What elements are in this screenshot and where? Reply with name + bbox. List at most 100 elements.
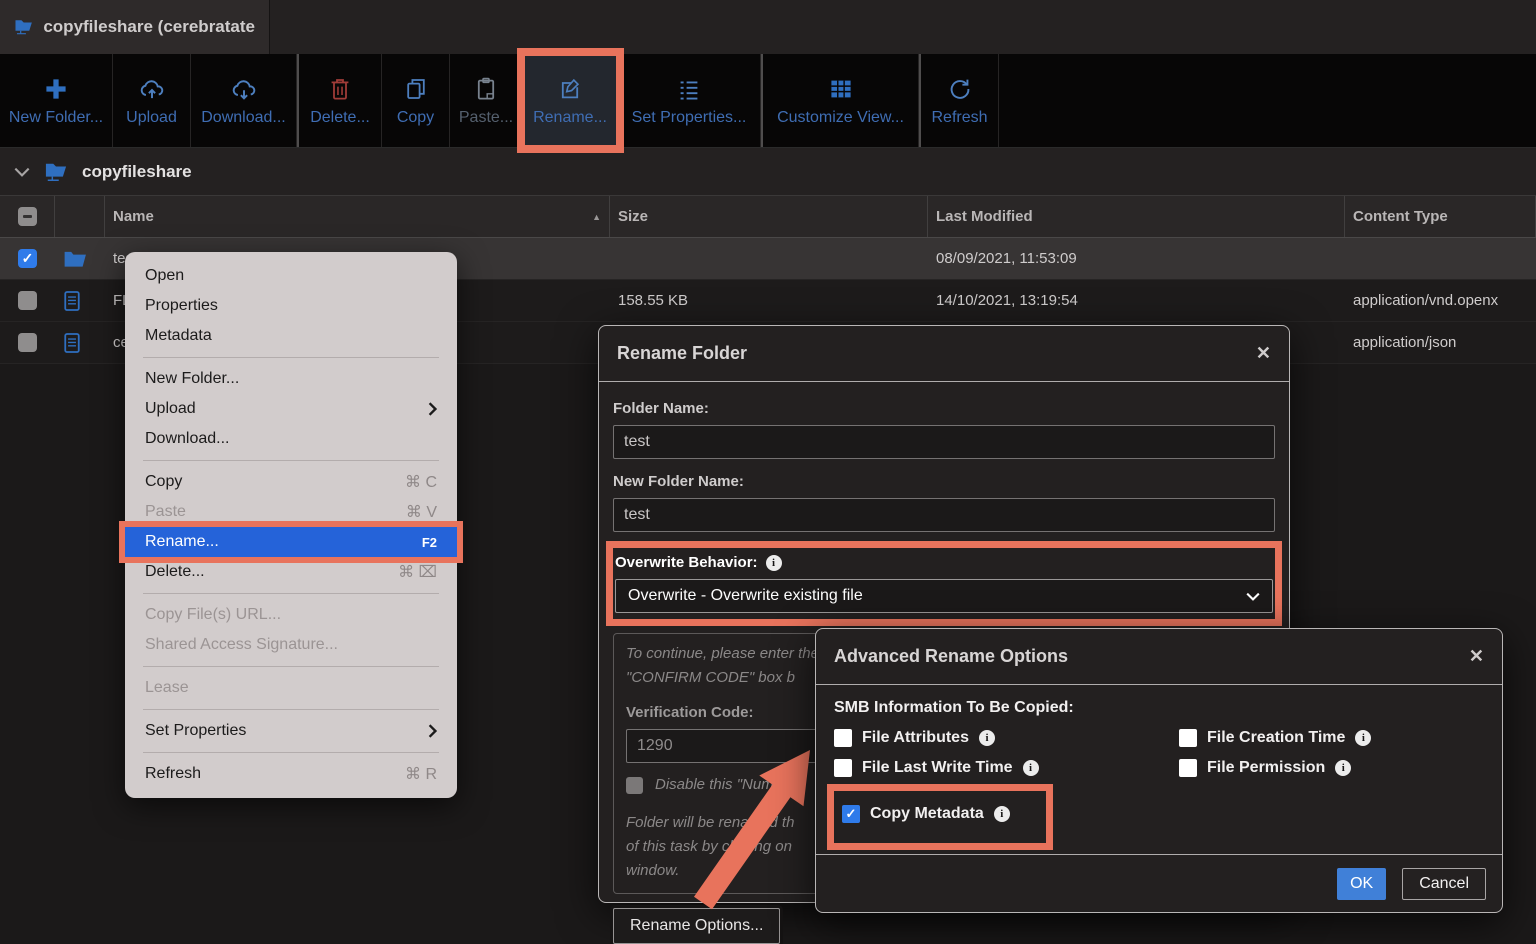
menu-item-download[interactable]: Download... [125,424,457,454]
size-column-header[interactable]: Size [610,196,928,237]
dialog-footer: OK Cancel [816,854,1502,912]
cloud-download-icon [231,75,257,101]
close-icon[interactable]: ✕ [1256,343,1271,364]
row-size [610,238,928,279]
file-attributes-option[interactable]: File Attributes i [834,729,1179,747]
shortcut-label: ⌘ R [405,764,437,784]
info-icon[interactable]: i [766,555,782,571]
menu-item-paste[interactable]: Paste⌘ V [125,497,457,527]
select-chevron-icon [1246,592,1260,601]
row-checkbox-checked[interactable]: ✓ [18,249,37,268]
menu-divider [143,460,439,461]
select-all-checkbox[interactable] [0,196,55,237]
info-icon[interactable]: i [994,806,1010,822]
row-type: application/vnd.openx [1345,280,1536,321]
download-button[interactable]: Download... [191,54,297,147]
row-modified: 14/10/2021, 13:19:54 [928,280,1345,321]
copy-metadata-option[interactable]: ✓ Copy Metadata i [834,791,1046,843]
shortcut-label: ⌘ ⌧ [398,562,437,582]
overwrite-behavior-select[interactable]: Overwrite - Overwrite existing file [615,579,1273,613]
copy-icon [405,75,427,101]
checkbox[interactable] [834,759,852,777]
refresh-icon [948,75,972,101]
paste-button[interactable]: Paste... [450,54,523,147]
info-icon[interactable]: i [1355,730,1371,746]
dialog-title-bar: Rename Folder ✕ [599,326,1289,382]
context-menu: Open Properties Metadata New Folder... U… [125,252,457,798]
refresh-button[interactable]: Refresh [921,54,999,147]
overwrite-behavior-label: Overwrite Behavior: [615,554,758,571]
menu-divider [143,666,439,667]
row-type [1345,238,1536,279]
file-last-write-time-option[interactable]: File Last Write Time i [834,759,1179,777]
menu-item-metadata[interactable]: Metadata [125,321,457,351]
sort-ascending-icon: ▲ [592,212,601,222]
grid-icon [829,75,853,101]
checkbox[interactable] [1179,759,1197,777]
dialog-title: Rename Folder [617,343,747,364]
menu-item-sas[interactable]: Shared Access Signature... [125,630,457,660]
close-icon[interactable]: ✕ [1469,646,1484,667]
menu-item-properties[interactable]: Properties [125,291,457,321]
new-folder-name-input[interactable] [613,498,1275,532]
table-header: Name ▲ Size Last Modified Content Type [0,196,1536,238]
smb-options-grid: File Attributes i File Creation Time i F… [834,729,1484,843]
checkbox-checked[interactable]: ✓ [842,805,860,823]
folder-name-input[interactable] [613,425,1275,459]
checkbox[interactable] [834,729,852,747]
row-checkbox[interactable] [18,333,37,352]
fileshare-icon [44,161,68,183]
menu-item-lease[interactable]: Lease [125,673,457,703]
menu-item-set-properties[interactable]: Set Properties [125,716,457,746]
shortcut-label: ⌘ C [405,472,437,492]
type-column-header[interactable]: Content Type [1345,196,1536,237]
disable-verification-checkbox[interactable] [626,777,643,794]
menu-divider [143,357,439,358]
copy-button[interactable]: Copy [382,54,450,147]
upload-button[interactable]: Upload [113,54,191,147]
tab-title: copyfileshare (cerebratate [43,17,255,37]
rename-options-button[interactable]: Rename Options... [613,908,780,944]
info-icon[interactable]: i [979,730,995,746]
checkbox[interactable] [1179,729,1197,747]
menu-item-refresh[interactable]: Refresh⌘ R [125,759,457,789]
file-permission-option[interactable]: File Permission i [1179,759,1484,777]
cancel-button[interactable]: Cancel [1402,868,1486,900]
row-checkbox[interactable] [18,291,37,310]
menu-item-copy-url[interactable]: Copy File(s) URL... [125,600,457,630]
breadcrumb-label[interactable]: copyfileshare [82,162,192,182]
app-window: copyfileshare (cerebratate New Folder...… [0,0,1536,944]
dialog-title: Advanced Rename Options [834,646,1068,667]
trash-icon [329,75,351,101]
ok-button[interactable]: OK [1337,868,1386,900]
menu-item-open[interactable]: Open [125,261,457,291]
modified-column-header[interactable]: Last Modified [928,196,1345,237]
menu-item-new-folder[interactable]: New Folder... [125,364,457,394]
customize-view-button[interactable]: Customize View... [763,54,919,147]
folder-icon [55,238,105,279]
submenu-chevron-icon [428,724,437,738]
set-properties-button[interactable]: Set Properties... [618,54,761,147]
name-column-header[interactable]: Name ▲ [105,196,610,237]
icon-column-header [55,196,105,237]
rename-button[interactable]: Rename... [523,54,618,147]
info-icon[interactable]: i [1335,760,1351,776]
toolbar: New Folder... Upload Download... Delete.… [0,54,1536,148]
delete-button[interactable]: Delete... [299,54,382,147]
menu-item-upload[interactable]: Upload [125,394,457,424]
menu-item-rename[interactable]: Rename...F2 [125,527,457,557]
chevron-down-icon[interactable] [14,167,30,177]
window-tab[interactable]: copyfileshare (cerebratate [0,0,270,54]
plus-icon [44,75,68,101]
file-creation-time-option[interactable]: File Creation Time i [1179,729,1484,747]
menu-item-copy[interactable]: Copy⌘ C [125,467,457,497]
file-icon [55,280,105,321]
menu-item-delete[interactable]: Delete...⌘ ⌧ [125,557,457,587]
new-folder-name-label: New Folder Name: [613,473,1275,490]
new-folder-button[interactable]: New Folder... [0,54,113,147]
list-icon [677,75,701,101]
title-bar: copyfileshare (cerebratate [0,0,1536,54]
info-icon[interactable]: i [1023,760,1039,776]
shortcut-label: ⌘ V [406,502,437,522]
menu-divider [143,752,439,753]
